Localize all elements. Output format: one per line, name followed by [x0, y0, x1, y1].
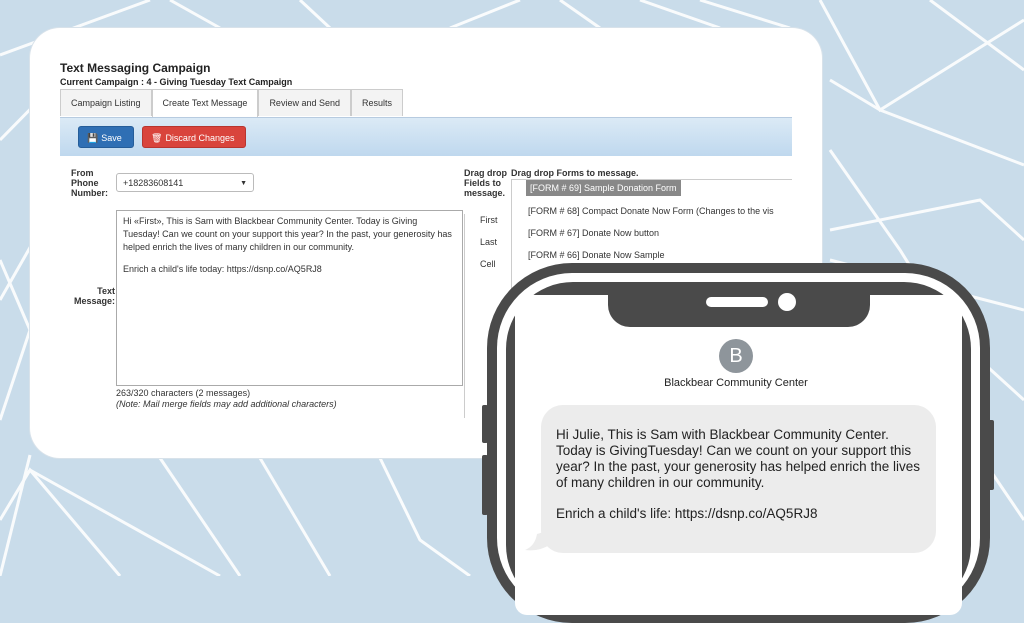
tab-bar: Campaign Listing Create Text Message Rev…: [60, 89, 403, 118]
form-item-68[interactable]: [FORM # 68] Compact Donate Now Form (Cha…: [528, 206, 774, 216]
tab-campaign-listing[interactable]: Campaign Listing: [60, 89, 152, 116]
merge-field-first[interactable]: First: [480, 215, 498, 237]
speaker-icon: [706, 297, 768, 307]
merge-field-cell[interactable]: Cell: [480, 259, 498, 281]
forms-panel-label: Drag drop Forms to message.: [511, 168, 639, 178]
merge-field-last[interactable]: Last: [480, 237, 498, 259]
from-phone-value: +18283608141: [123, 178, 184, 188]
form-item-67[interactable]: [FORM # 67] Donate Now button: [528, 228, 659, 238]
merge-field-list: First Last Cell: [480, 215, 498, 281]
from-phone-select[interactable]: +18283608141 ▼: [116, 173, 254, 192]
discard-changes-button[interactable]: 🗑 Discard Changes: [142, 126, 247, 148]
toolbar: 💾 Save 🗑 Discard Changes: [60, 117, 792, 156]
tab-create-text-message[interactable]: Create Text Message: [151, 89, 259, 118]
text-message-input[interactable]: Hi «First», This is Sam with Blackbear C…: [116, 210, 463, 386]
divider: [464, 214, 465, 418]
message-bubble: Hi Julie, This is Sam with Blackbear Com…: [541, 405, 936, 553]
message-paragraph: Hi «First», This is Sam with Blackbear C…: [123, 216, 452, 252]
tab-review-and-send[interactable]: Review and Send: [258, 89, 351, 116]
caret-down-icon: ▼: [240, 180, 247, 187]
avatar: B: [719, 339, 753, 373]
trash-icon: 🗑: [151, 133, 163, 143]
message-paragraph: Enrich a child's life today: https://dsn…: [123, 264, 322, 274]
merge-fields-label: Drag drop Fields to message.: [464, 168, 508, 198]
from-phone-label: From Phone Number:: [71, 168, 109, 198]
contact-name: Blackbear Community Center: [664, 377, 808, 389]
form-item-69[interactable]: [FORM # 69] Sample Donation Form: [526, 180, 681, 196]
bubble-paragraph: Hi Julie, This is Sam with Blackbear Com…: [556, 427, 920, 490]
bubble-paragraph: Enrich a child's life: https://dsnp.co/A…: [556, 506, 818, 521]
save-button[interactable]: 💾 Save: [78, 126, 134, 148]
page-title: Text Messaging Campaign: [60, 61, 211, 75]
save-button-label: Save: [101, 133, 122, 143]
form-item-66[interactable]: [FORM # 66] Donate Now Sample: [528, 250, 665, 260]
camera-icon: [778, 293, 796, 311]
tab-results[interactable]: Results: [350, 89, 403, 116]
character-count: 263/320 characters (2 messages): [116, 388, 251, 398]
merge-field-note: (Note: Mail merge fields may add additio…: [116, 399, 337, 409]
floppy-disk-icon: 💾: [87, 133, 99, 143]
discard-button-label: Discard Changes: [165, 133, 235, 143]
current-campaign-label: Current Campaign : 4 - Giving Tuesday Te…: [60, 77, 293, 87]
text-message-label: Text Message:: [73, 286, 115, 306]
